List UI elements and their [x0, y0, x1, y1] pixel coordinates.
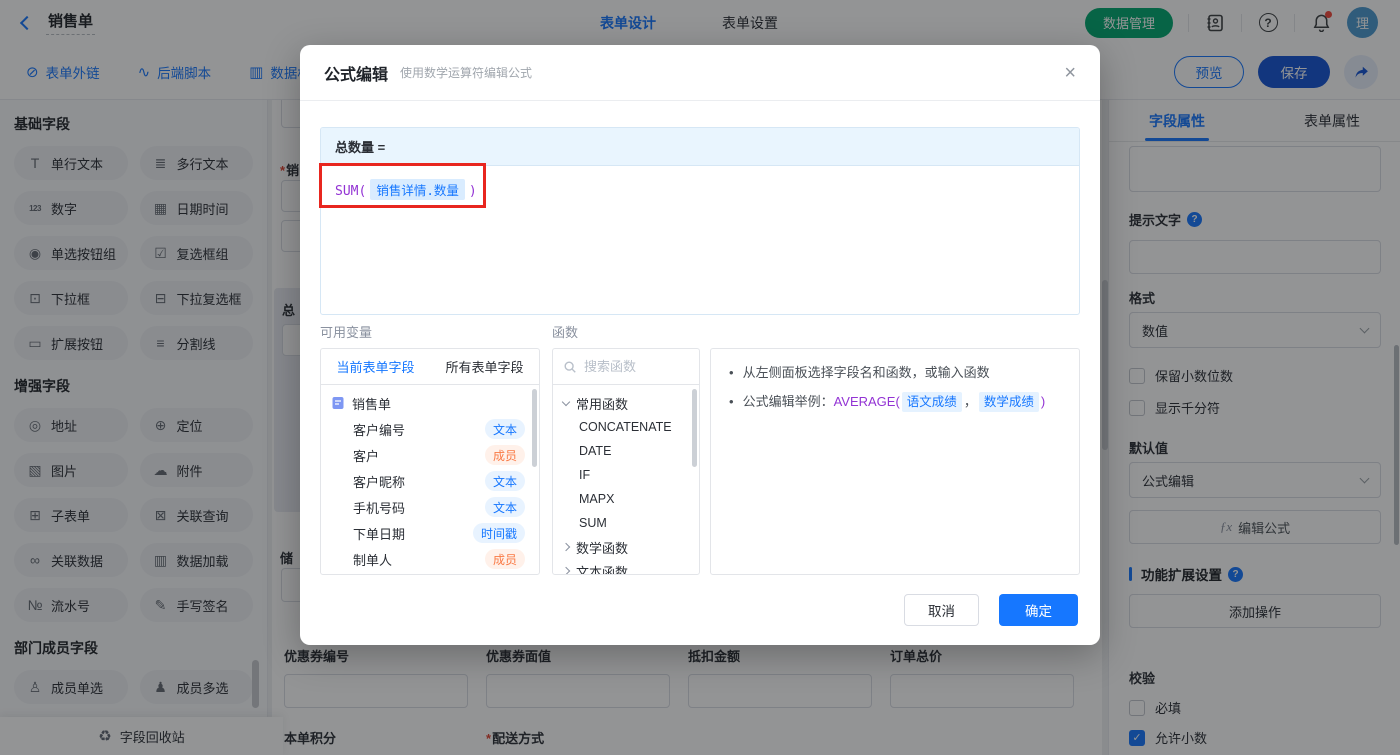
example-field-chip: 语文成绩 [902, 392, 962, 412]
variable-row[interactable]: 客户编号 文本 [321, 416, 539, 442]
formula-target: 总数量 = [321, 128, 1079, 166]
modal-header: 公式编辑 使用数学运算符编辑公式 × [300, 45, 1100, 101]
variable-name: 手机号码 [353, 498, 405, 517]
app-window: 销售单 表单设计 表单设置 数据管理 ? 理 ⊘表单外链∿后端脚本▥数据权限 预… [0, 0, 1400, 755]
variable-row[interactable]: 手机号码 文本 [321, 494, 539, 520]
function-item-mapx[interactable]: MAPX [553, 487, 699, 511]
tab-all-form-fields[interactable]: 所有表单字段 [445, 357, 523, 376]
variable-rows: 客户编号文本客户成员客户昵称文本手机号码文本下单日期时间戳制单人成员 [321, 416, 539, 572]
field-token[interactable]: 销售详情.数量 [370, 179, 465, 200]
document-icon [331, 396, 345, 410]
formula-editor-modal: 公式编辑 使用数学运算符编辑公式 × 总数量 = SUM( 销售详情.数量) 可用… [300, 45, 1100, 645]
close-icon[interactable]: × [1064, 63, 1076, 83]
variable-name: 客户 [353, 446, 379, 465]
variable-name: 客户编号 [353, 420, 405, 439]
variable-type-badge: 成员 [485, 445, 525, 465]
cancel-button[interactable]: 取消 [904, 594, 979, 626]
function-item-date[interactable]: DATE [553, 439, 699, 463]
variable-type-badge: 成员 [485, 549, 525, 569]
variable-type-badge: 文本 [485, 471, 525, 491]
function-item-concatenate[interactable]: CONCATENATE [553, 415, 699, 439]
example-field-chip: 数学成绩 [979, 392, 1039, 412]
variable-row[interactable]: 客户昵称 文本 [321, 468, 539, 494]
variable-name: 客户昵称 [353, 472, 405, 491]
function-item-sum[interactable]: SUM [553, 511, 699, 535]
functions-section-label: 函数 [552, 322, 578, 341]
variables-scrollbar[interactable] [532, 389, 537, 467]
search-icon [563, 360, 577, 374]
chevron-right-icon [562, 543, 570, 551]
variable-row[interactable]: 下单日期 时间戳 [321, 520, 539, 546]
variables-panel: 当前表单字段 所有表单字段 销售单 客户编号文本客户成员客户昵称文本手机号码文本… [320, 348, 540, 575]
chevron-down-icon [562, 397, 570, 405]
modal-footer: 取消 确定 [904, 594, 1078, 626]
formula-editor: 总数量 = SUM( 销售详情.数量) [320, 127, 1080, 315]
function-close: ) [469, 184, 477, 199]
formula-input-area[interactable]: SUM( 销售详情.数量) [321, 166, 1079, 213]
tab-current-form-fields[interactable]: 当前表单字段 [336, 357, 414, 376]
function-name: SUM( [335, 184, 366, 199]
variable-row[interactable]: 客户 成员 [321, 442, 539, 468]
variable-type-badge: 文本 [485, 419, 525, 439]
list-item-partial[interactable] [321, 572, 539, 575]
variable-type-badge: 文本 [485, 497, 525, 517]
function-group-text[interactable]: 文本函数 [553, 559, 699, 575]
function-group-math[interactable]: 数学函数 [553, 535, 699, 559]
modal-title: 公式编辑 [324, 61, 388, 85]
variable-name: 制单人 [353, 550, 392, 569]
functions-scrollbar[interactable] [692, 389, 697, 467]
variable-name: 下单日期 [353, 524, 405, 543]
function-group-common[interactable]: 常用函数 [553, 391, 699, 415]
functions-panel: 常用函数 CONCATENATEDATEIFMAPXSUM 数学函数 文本函数 [552, 348, 700, 575]
tree-root-form[interactable]: 销售单 [321, 390, 539, 416]
variables-tabs: 当前表单字段 所有表单字段 [321, 349, 539, 385]
variables-section-label: 可用变量 [320, 322, 372, 341]
function-items: CONCATENATEDATEIFMAPXSUM [553, 415, 699, 535]
variable-type-badge: 时间戳 [473, 523, 525, 543]
modal-subtitle: 使用数学运算符编辑公式 [400, 64, 532, 81]
variable-row[interactable]: 制单人 成员 [321, 546, 539, 572]
function-search-input[interactable] [584, 359, 684, 374]
functions-list: 常用函数 CONCATENATEDATEIFMAPXSUM 数学函数 文本函数 [553, 385, 699, 575]
chevron-right-icon [562, 567, 570, 575]
variables-list: 销售单 客户编号文本客户成员客户昵称文本手机号码文本下单日期时间戳制单人成员 [321, 385, 539, 575]
example-function-name: AVERAGE( [834, 394, 900, 409]
confirm-button[interactable]: 确定 [999, 594, 1078, 626]
tip-line-2: • 公式编辑举例：AVERAGE(语文成绩，数学成绩) [729, 392, 1061, 412]
tip-line-1: • 从左侧面板选择字段名和函数，或输入函数 [729, 363, 1061, 383]
function-search[interactable] [553, 349, 699, 385]
function-item-if[interactable]: IF [553, 463, 699, 487]
tips-panel: • 从左侧面板选择字段名和函数，或输入函数 • 公式编辑举例：AVERAGE(语… [710, 348, 1080, 575]
